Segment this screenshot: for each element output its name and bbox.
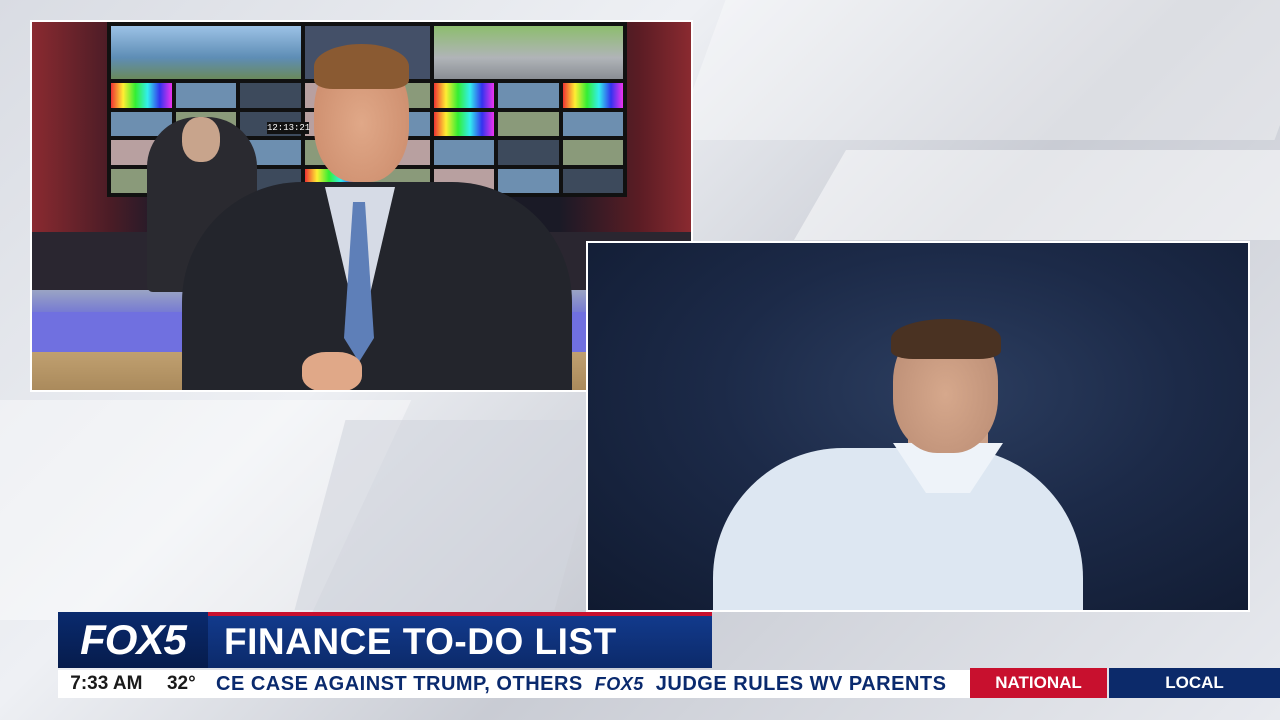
studio-clock: 12:13:21 [267, 122, 311, 134]
ticker-tab-local: LOCAL [1109, 668, 1280, 698]
news-ticker: CE CASE AGAINST TRUMP, OTHERS FOX5 JUDGE… [208, 670, 970, 698]
ticker-separator-logo: FOX5 [594, 673, 644, 694]
headline-bar: FINANCE TO-DO LIST [208, 612, 712, 668]
background-slab [674, 0, 1280, 140]
current-time: 7:33 AM [70, 673, 143, 694]
background-slab [794, 150, 1280, 240]
ticker-segment: CE CASE AGAINST TRUMP, OTHERS [216, 672, 583, 695]
station-logo: FOX5 [58, 612, 208, 668]
guest-person [713, 448, 1083, 610]
current-temperature: 32° [166, 673, 196, 694]
guest-video-panel [586, 241, 1250, 612]
time-temperature-box: 7:33 AM 32° [58, 670, 208, 698]
ticker-tab-national: NATIONAL [970, 668, 1107, 698]
background-slab [294, 420, 606, 610]
station-logo-text: FOX5 [80, 616, 187, 663]
headline-text: FINANCE TO-DO LIST [224, 621, 617, 662]
ticker-segment: JUDGE RULES WV PARENTS [655, 672, 947, 695]
